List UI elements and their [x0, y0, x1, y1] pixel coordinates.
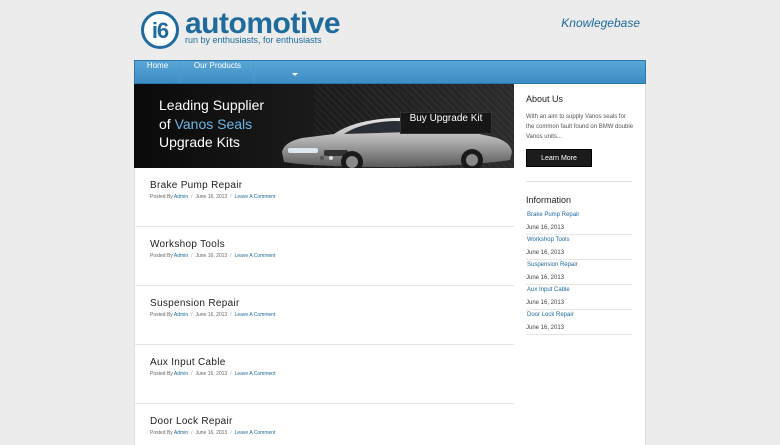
post-item: Door Lock Repair Posted By Admin / June 16…	[134, 404, 514, 445]
info-link[interactable]: Brake Pump Repair	[527, 212, 579, 218]
leave-comment-link[interactable]: Leave A Comment	[235, 371, 276, 377]
author-link[interactable]: Admin	[174, 371, 188, 377]
info-date: June 16, 2013	[526, 275, 565, 281]
logo-mark-text: i6	[151, 18, 169, 43]
info-link[interactable]: Workshop Tools	[527, 237, 569, 243]
posted-by-label: Posted By	[150, 430, 173, 436]
author-link[interactable]: Admin	[174, 194, 188, 200]
nav-item-label: Our Products	[193, 61, 242, 70]
posted-by-label: Posted By	[150, 253, 173, 259]
slider-dots	[320, 156, 340, 161]
post-meta: Posted By Admin / June 16, 2013/Leave A Co…	[150, 194, 276, 200]
post-date: June 16, 2013	[195, 430, 228, 436]
nav-item-home[interactable]: Home	[135, 61, 181, 83]
banner-headline-3: Upgrade Kits	[159, 134, 240, 150]
post-title[interactable]: Brake Pump Repair	[150, 180, 242, 191]
banner-headline-2: of Vanos Seals	[159, 116, 252, 132]
post-title[interactable]: Suspension Repair	[150, 298, 240, 309]
leave-comment-link[interactable]: Leave A Comment	[235, 194, 276, 200]
post-item: Suspension Repair Posted By Admin / June 1…	[134, 286, 514, 345]
sidebar-divider	[526, 181, 632, 182]
post-item: Workshop Tools Posted By Admin / June 16, …	[134, 227, 514, 286]
nav-item-our-products[interactable]: Our Products	[182, 61, 298, 83]
list-item: Brake Pump Repair June 16, 2013	[526, 210, 632, 235]
about-us-heading: About Us	[526, 94, 564, 104]
banner-headline-1: Leading Supplier	[159, 97, 265, 113]
info-link[interactable]: Aux Input Cable	[527, 287, 570, 293]
buy-upgrade-kit-button[interactable]: Buy Upgrade Kit	[400, 112, 492, 134]
post-title[interactable]: Aux Input Cable	[150, 357, 226, 368]
information-list: Brake Pump Repair June 16, 2013 Workshop…	[526, 210, 632, 335]
post-date: June 16, 2013	[195, 253, 228, 259]
posted-by-label: Posted By	[150, 194, 173, 200]
author-link[interactable]: Admin	[174, 430, 188, 436]
list-item: Workshop Tools June 16, 2013	[526, 235, 632, 260]
information-heading: Information	[526, 195, 572, 205]
author-link[interactable]: Admin	[174, 312, 188, 318]
slider-dot-active[interactable]	[329, 156, 333, 160]
leave-comment-link[interactable]: Leave A Comment	[235, 253, 276, 259]
main-nav: Home Our Products	[134, 60, 646, 84]
knowledgebase-link[interactable]: Knowlegebase	[560, 16, 640, 30]
i6-logo-icon: i6	[141, 11, 179, 49]
hero-banner: Leading Supplier of Vanos Seals Upgrade …	[134, 84, 514, 168]
info-date: June 16, 2013	[526, 300, 565, 306]
list-item: Door Lock Repair June 16, 2013	[526, 310, 632, 335]
post-item: Brake Pump Repair Posted By Admin / June 1…	[134, 168, 514, 227]
learn-more-button[interactable]: Learn More	[526, 149, 592, 167]
about-us-text: With an aim to supply Vanos seals for th…	[526, 114, 634, 140]
leave-comment-link[interactable]: Leave A Comment	[235, 430, 276, 436]
info-link[interactable]: Suspension Repair	[527, 262, 578, 268]
post-meta: Posted By Admin / June 16, 2013/Leave A Co…	[150, 430, 276, 436]
site-logo[interactable]: i6 automotive run by enthusiasts, for en…	[141, 7, 341, 49]
list-item: Suspension Repair June 16, 2013	[526, 260, 632, 285]
post-title[interactable]: Door Lock Repair	[150, 416, 233, 427]
logo-tagline: run by enthusiasts, for enthusiasts	[185, 35, 322, 45]
info-date: June 16, 2013	[526, 325, 565, 331]
chevron-down-icon	[292, 73, 298, 76]
posted-by-label: Posted By	[150, 312, 173, 318]
post-title[interactable]: Workshop Tools	[150, 239, 225, 250]
post-meta: Posted By Admin / June 16, 2013/Leave A Co…	[150, 312, 276, 318]
info-date: June 16, 2013	[526, 250, 565, 256]
post-meta: Posted By Admin / June 16, 2013/Leave A Co…	[150, 253, 276, 259]
post-meta: Posted By Admin / June 16, 2013/Leave A Co…	[150, 371, 276, 377]
post-date: June 16, 2013	[195, 194, 228, 200]
posted-by-label: Posted By	[150, 371, 173, 377]
info-link[interactable]: Door Lock Repair	[527, 312, 574, 318]
author-link[interactable]: Admin	[174, 253, 188, 259]
leave-comment-link[interactable]: Leave A Comment	[235, 312, 276, 318]
banner-headline-prefix: of	[159, 116, 175, 132]
banner-headline-accent: Vanos Seals	[174, 116, 253, 132]
post-date: June 16, 2013	[195, 371, 228, 377]
post-date: June 16, 2013	[195, 312, 228, 318]
slider-dot[interactable]	[320, 156, 324, 160]
post-item: Aux Input Cable Posted By Admin / June 16,…	[134, 345, 514, 404]
info-date: June 16, 2013	[526, 225, 565, 231]
list-item: Aux Input Cable June 16, 2013	[526, 285, 632, 310]
